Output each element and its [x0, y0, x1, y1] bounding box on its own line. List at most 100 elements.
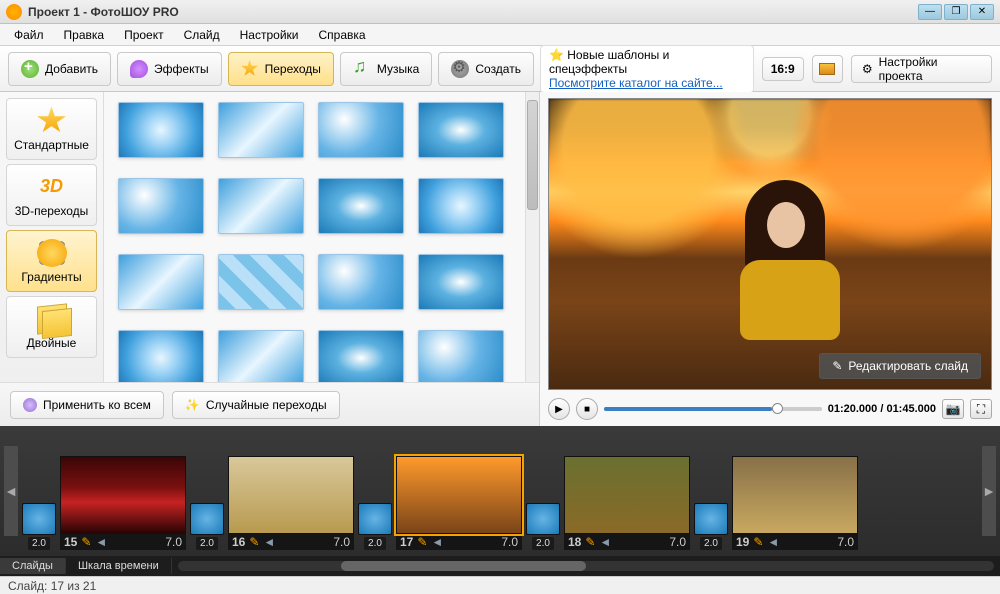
star-icon [241, 60, 259, 78]
timeline-next-button[interactable]: ► [982, 446, 996, 536]
sound-icon[interactable]: ◄ [95, 535, 107, 549]
menu-edit[interactable]: Правка [56, 26, 113, 44]
slide-info-bar: 16 ✎ ◄ 7.0 [228, 534, 354, 550]
transition-thumb[interactable] [218, 330, 304, 382]
transition-thumb[interactable] [218, 178, 304, 234]
transition-thumb[interactable] [118, 178, 204, 234]
transition-chip[interactable]: 2.0 [190, 503, 224, 550]
transition-duration: 2.0 [700, 537, 722, 550]
pencil-icon[interactable]: ✎ [753, 535, 763, 549]
transition-thumb[interactable] [118, 254, 204, 310]
transition-thumb[interactable] [418, 102, 504, 158]
slide-card[interactable]: 16 ✎ ◄ 7.0 [228, 456, 354, 550]
tab-effects[interactable]: Эффекты [117, 52, 222, 86]
tab-add[interactable]: Добавить [8, 52, 111, 86]
transition-chip[interactable]: 2.0 [526, 503, 560, 550]
transition-chip[interactable]: 2.0 [358, 503, 392, 550]
menu-file[interactable]: Файл [6, 26, 52, 44]
sound-icon[interactable]: ◄ [263, 535, 275, 549]
minimize-button[interactable]: — [918, 4, 942, 20]
slide-card[interactable]: 15 ✎ ◄ 7.0 [60, 456, 186, 550]
pencil-icon[interactable]: ✎ [81, 535, 91, 549]
snapshot-button[interactable]: 📷 [942, 399, 964, 419]
transition-thumb[interactable] [318, 178, 404, 234]
transition-thumb[interactable] [418, 254, 504, 310]
stop-button[interactable]: ■ [576, 398, 598, 420]
vertical-scrollbar[interactable] [525, 92, 539, 382]
transition-thumb[interactable] [418, 330, 504, 382]
wand-icon: ✨ [185, 398, 200, 412]
promo-link[interactable]: Посмотрите каталог на сайте... [549, 76, 745, 90]
plus-icon [21, 60, 39, 78]
palette-icon [130, 60, 148, 78]
slide-duration: 7.0 [165, 535, 182, 549]
slide-number: 18 [568, 535, 581, 549]
transition-thumb[interactable] [318, 102, 404, 158]
edit-slide-button[interactable]: ✎Редактировать слайд [819, 353, 981, 379]
slide-thumbnail [60, 456, 186, 534]
category-standard[interactable]: Стандартные [6, 98, 97, 160]
sphere-icon [23, 398, 37, 412]
menu-project[interactable]: Проект [116, 26, 172, 44]
category-gradients[interactable]: Градиенты [6, 230, 97, 292]
tab-music[interactable]: Музыка [340, 52, 432, 86]
transition-thumb[interactable] [318, 254, 404, 310]
slide-card[interactable]: 19 ✎ ◄ 7.0 [732, 456, 858, 550]
aspect-ratio-button[interactable]: 16:9 [762, 57, 804, 81]
transition-thumb[interactable] [318, 330, 404, 382]
background-button[interactable] [812, 55, 843, 83]
category-3d[interactable]: 3D3D-переходы [6, 164, 97, 226]
maximize-button[interactable]: ❐ [944, 4, 968, 20]
timeline-scrollbar[interactable] [178, 561, 994, 571]
transition-thumb[interactable] [218, 254, 304, 310]
transition-thumb[interactable] [118, 102, 204, 158]
timeline-prev-button[interactable]: ◄ [4, 446, 18, 536]
category-sidebar: Стандартные 3D3D-переходы Градиенты Двой… [0, 92, 104, 382]
slide-duration: 7.0 [837, 535, 854, 549]
title-bar: Проект 1 - ФотоШОУ PRO — ❐ ✕ [0, 0, 1000, 24]
scroll-thumb[interactable] [527, 100, 538, 210]
sound-icon[interactable]: ◄ [431, 535, 443, 549]
pencil-icon[interactable]: ✎ [249, 535, 259, 549]
transition-chip[interactable]: 2.0 [694, 503, 728, 550]
pencil-icon[interactable]: ✎ [585, 535, 595, 549]
transition-icon [526, 503, 560, 535]
play-button[interactable]: ▶ [548, 398, 570, 420]
random-transitions-button[interactable]: ✨Случайные переходы [172, 391, 340, 419]
transition-duration: 2.0 [532, 537, 554, 550]
slide-thumbnail [396, 456, 522, 534]
menu-slide[interactable]: Слайд [176, 26, 228, 44]
promo-box: ⭐ Новые шаблоны и спецэффекты Посмотрите… [540, 45, 754, 93]
transition-thumb[interactable] [418, 178, 504, 234]
close-button[interactable]: ✕ [970, 4, 994, 20]
preview-subject [735, 180, 845, 340]
transition-duration: 2.0 [364, 537, 386, 550]
sound-icon[interactable]: ◄ [767, 535, 779, 549]
slide-thumbnail [732, 456, 858, 534]
pencil-icon[interactable]: ✎ [417, 535, 427, 549]
sound-icon[interactable]: ◄ [599, 535, 611, 549]
pencil-icon: ✎ [832, 359, 842, 373]
menu-settings[interactable]: Настройки [232, 26, 307, 44]
slide-duration: 7.0 [333, 535, 350, 549]
seek-bar[interactable] [604, 407, 822, 411]
menu-help[interactable]: Справка [310, 26, 373, 44]
slide-card[interactable]: 18 ✎ ◄ 7.0 [564, 456, 690, 550]
slide-duration: 7.0 [501, 535, 518, 549]
gradient-icon [37, 239, 67, 267]
tab-transitions[interactable]: Переходы [228, 52, 334, 86]
transition-icon [694, 503, 728, 535]
category-double[interactable]: Двойные [6, 296, 97, 358]
slide-card[interactable]: 17 ✎ ◄ 7.0 [396, 456, 522, 550]
transition-chip[interactable]: 2.0 [22, 503, 56, 550]
tab-create[interactable]: Создать [438, 52, 534, 86]
transition-thumb[interactable] [118, 330, 204, 382]
fullscreen-button[interactable]: ⛶ [970, 399, 992, 419]
scroll-thumb[interactable] [341, 561, 586, 571]
seek-handle[interactable] [772, 403, 783, 414]
transition-thumb[interactable] [218, 102, 304, 158]
timeline-tab-slides[interactable]: Слайды [0, 558, 66, 574]
timeline-tab-timescale[interactable]: Шкала времени [66, 558, 172, 574]
apply-to-all-button[interactable]: Применить ко всем [10, 391, 164, 419]
project-settings-button[interactable]: ⚙Настройки проекта [851, 55, 992, 83]
